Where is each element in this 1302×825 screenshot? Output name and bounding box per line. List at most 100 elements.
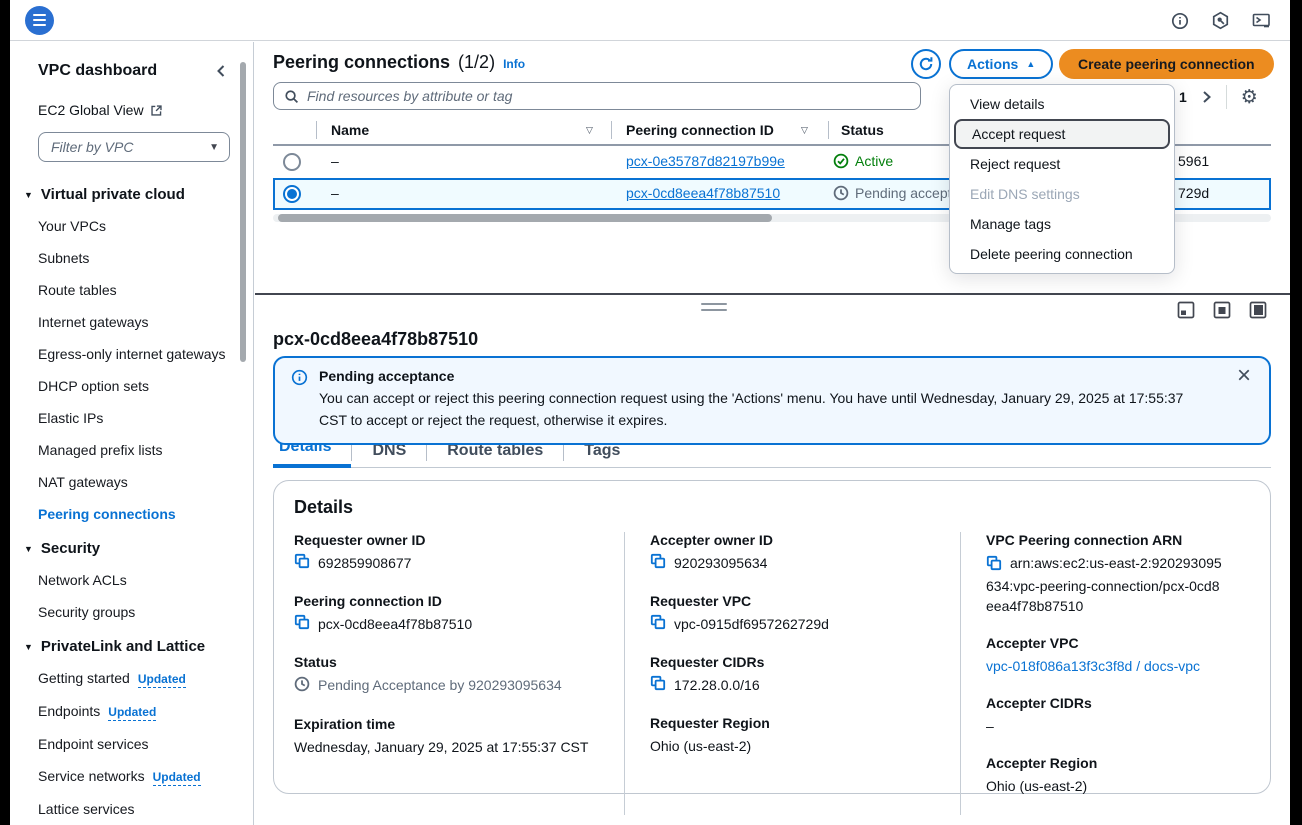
hamburger-menu-button[interactable]: [25, 6, 54, 35]
menu-item-accept-request[interactable]: Accept request: [954, 119, 1170, 149]
sort-icon[interactable]: ▽: [586, 125, 593, 136]
field-label: Requester CIDRs: [650, 654, 936, 670]
sidebar-item-egress-only-internet-gateways[interactable]: Egress-only internet gateways: [38, 345, 227, 364]
tab-route-tables[interactable]: Route tables: [427, 442, 563, 468]
clock-icon: [294, 676, 310, 697]
sidebar-item-dhcp-option-sets[interactable]: DHCP option sets: [38, 377, 227, 396]
main-content: Peering connections (1/2) Info Actions ▲…: [255, 42, 1290, 825]
menu-item-reject-request[interactable]: Reject request: [950, 149, 1174, 179]
actions-button[interactable]: Actions ▲: [949, 49, 1053, 79]
sidebar-section-virtual-private-cloud[interactable]: ▼ Virtual private cloud: [24, 186, 227, 203]
tab-tags[interactable]: Tags: [564, 442, 640, 468]
external-link-icon: [150, 104, 163, 117]
sidebar-section-privatelink-and-lattice[interactable]: ▼ PrivateLink and Lattice: [24, 638, 227, 655]
updated-badge[interactable]: Updated: [108, 705, 156, 721]
menu-item-view-details[interactable]: View details: [950, 89, 1174, 119]
sidebar-collapse-button[interactable]: [215, 64, 227, 78]
panel-layout-bottom-icon[interactable]: [1177, 301, 1195, 319]
sidebar: VPC dashboard EC2 Global View Filter by …: [10, 42, 254, 825]
triangle-down-icon: ▼: [24, 544, 33, 554]
sidebar-item-lattice-services[interactable]: Lattice services: [38, 800, 227, 819]
clock-icon: [833, 185, 849, 201]
updated-badge[interactable]: Updated: [153, 770, 201, 786]
peering-connection-id-link[interactable]: pcx-0e35787d82197b99e: [626, 153, 785, 169]
pending-acceptance-banner: Pending acceptance You can accept or rej…: [273, 356, 1271, 445]
copy-icon[interactable]: [650, 614, 666, 635]
field-label: Requester owner ID: [294, 532, 600, 548]
name-cell: –: [331, 153, 339, 169]
field-label: VPC Peering connection ARN: [986, 532, 1226, 548]
row-radio-button[interactable]: [283, 153, 301, 171]
info-icon: [291, 369, 308, 391]
field-label: Requester Region: [650, 715, 936, 731]
sidebar-item-getting-started[interactable]: Getting startedUpdated: [38, 669, 227, 689]
filter-by-vpc-select[interactable]: Filter by VPC ▼: [38, 132, 230, 162]
copy-icon[interactable]: [294, 553, 310, 574]
row-radio-button-checked[interactable]: [283, 185, 301, 203]
peering-connection-id-link[interactable]: pcx-0cd8eea4f78b87510: [626, 185, 780, 201]
sidebar-item-your-vpcs[interactable]: Your VPCs: [38, 217, 227, 236]
table-settings-gear-icon[interactable]: ⚙: [1241, 88, 1258, 107]
aws-vpc-console: VPC dashboard EC2 Global View Filter by …: [0, 0, 1302, 825]
sidebar-item-internet-gateways[interactable]: Internet gateways: [38, 313, 227, 332]
sidebar-item-managed-prefix-lists[interactable]: Managed prefix lists: [38, 441, 227, 460]
banner-title: Pending acceptance: [319, 368, 1213, 384]
page-number[interactable]: 1: [1179, 89, 1187, 105]
search-box: [273, 82, 921, 110]
sidebar-item-endpoint-services[interactable]: Endpoint services: [38, 735, 227, 754]
details-column-3: VPC Peering connection ARN arn:aws:ec2:u…: [960, 532, 1250, 815]
copy-icon[interactable]: [650, 675, 666, 696]
split-panel-divider[interactable]: [255, 293, 1290, 295]
cloudshell-icon[interactable]: [1252, 12, 1272, 30]
field-value: arn:aws:ec2:us-east-2:920293095634:vpc-p…: [986, 555, 1222, 614]
menu-item-edit-dns-settings: Edit DNS settings: [950, 179, 1174, 209]
info-link[interactable]: Info: [503, 57, 525, 71]
actions-dropdown-menu: View details Accept request Reject reque…: [949, 84, 1175, 274]
panel-layout-side-icon[interactable]: [1249, 301, 1267, 319]
copy-icon[interactable]: [294, 614, 310, 635]
triangle-down-icon: ▼: [24, 642, 33, 652]
amazon-q-icon[interactable]: [1211, 11, 1230, 30]
menu-item-delete-peering-connection[interactable]: Delete peering connection: [950, 239, 1174, 269]
info-icon[interactable]: [1171, 12, 1189, 30]
details-card: Details Requester owner ID 692859908677 …: [273, 480, 1271, 794]
sidebar-section-security[interactable]: ▼ Security: [24, 540, 227, 557]
create-peering-connection-button[interactable]: Create peering connection: [1059, 49, 1274, 79]
chevron-right-icon: [1201, 90, 1212, 104]
scrollbar-thumb[interactable]: [278, 214, 772, 222]
sort-icon[interactable]: ▽: [801, 125, 808, 136]
field-value: Ohio (us-east-2): [986, 776, 1087, 796]
sidebar-title: VPC dashboard: [38, 62, 157, 80]
updated-badge[interactable]: Updated: [138, 672, 186, 688]
sidebar-item-subnets[interactable]: Subnets: [38, 249, 227, 268]
panel-layout-split-icon[interactable]: [1213, 301, 1231, 319]
details-column-2: Accepter owner ID 920293095634 Requester…: [624, 532, 960, 815]
sidebar-item-endpoints[interactable]: EndpointsUpdated: [38, 702, 227, 722]
sidebar-item-service-networks[interactable]: Service networksUpdated: [38, 767, 227, 787]
menu-item-manage-tags[interactable]: Manage tags: [950, 209, 1174, 239]
tab-dns[interactable]: DNS: [352, 442, 426, 468]
column-header-status[interactable]: Status: [841, 122, 884, 138]
field-value: Pending Acceptance by 920293095634: [318, 675, 562, 695]
close-icon[interactable]: ×: [1237, 364, 1251, 388]
sidebar-item-security-groups[interactable]: Security groups: [38, 603, 227, 622]
check-circle-icon: [833, 153, 849, 169]
column-header-peering-connection-id[interactable]: Peering connection ID: [626, 122, 774, 138]
search-input[interactable]: [307, 88, 910, 104]
copy-icon[interactable]: [986, 555, 1002, 576]
accepter-vpc-link[interactable]: vpc-018f086a13f3c3f8d / docs-vpc: [986, 656, 1200, 676]
sidebar-item-peering-connections[interactable]: Peering connections: [38, 505, 227, 524]
sidebar-item-network-acls[interactable]: Network ACLs: [38, 571, 227, 590]
sidebar-scrollbar[interactable]: [240, 62, 246, 362]
banner-text: You can accept or reject this peering co…: [319, 387, 1213, 431]
sidebar-item-elastic-ips[interactable]: Elastic IPs: [38, 409, 227, 428]
column-header-name[interactable]: Name: [331, 122, 369, 138]
field-label: Requester VPC: [650, 593, 936, 609]
split-panel-drag-handle[interactable]: [701, 303, 727, 315]
refresh-button[interactable]: [911, 49, 941, 79]
next-page-button[interactable]: [1201, 90, 1212, 104]
sidebar-item-route-tables[interactable]: Route tables: [38, 281, 227, 300]
sidebar-item-nat-gateways[interactable]: NAT gateways: [38, 473, 227, 492]
sidebar-link-ec2-global-view[interactable]: EC2 Global View: [38, 102, 227, 118]
copy-icon[interactable]: [650, 553, 666, 574]
